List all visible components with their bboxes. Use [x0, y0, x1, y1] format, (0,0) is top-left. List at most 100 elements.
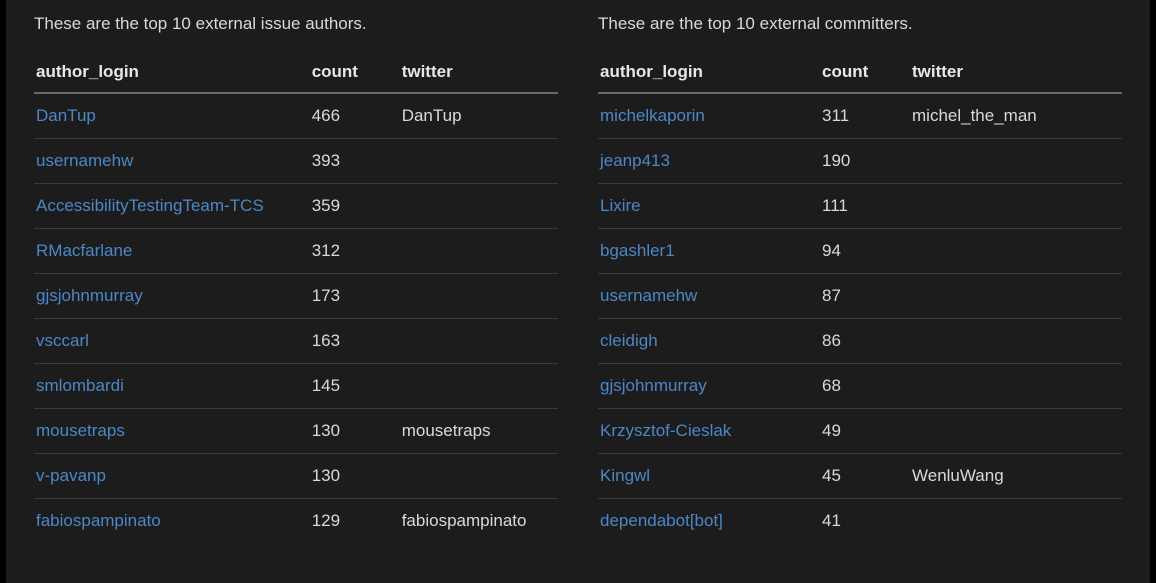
cell-login: gjsjohnmurray	[598, 364, 820, 409]
author-link[interactable]: vsccarl	[36, 331, 89, 350]
table-row: smlombardi 145	[34, 364, 558, 409]
author-link[interactable]: cleidigh	[600, 331, 658, 350]
cell-twitter	[910, 319, 1122, 364]
cell-twitter	[910, 499, 1122, 544]
table-row: Krzysztof-Cieslak 49	[598, 409, 1122, 454]
cell-twitter	[910, 184, 1122, 229]
author-link[interactable]: DanTup	[36, 106, 96, 125]
cell-login: DanTup	[34, 93, 310, 139]
author-link[interactable]: smlombardi	[36, 376, 124, 395]
cell-login: Kingwl	[598, 454, 820, 499]
cell-count: 129	[310, 499, 400, 544]
col-header-count: count	[310, 52, 400, 93]
table-row: DanTup466DanTup	[34, 93, 558, 139]
cell-count: 130	[310, 409, 400, 454]
cell-login: michelkaporin	[598, 93, 820, 139]
cell-login: vsccarl	[34, 319, 310, 364]
cell-count: 49	[820, 409, 910, 454]
author-link[interactable]: fabiospampinato	[36, 511, 161, 530]
cell-count: 173	[310, 274, 400, 319]
cell-count: 68	[820, 364, 910, 409]
cell-count: 41	[820, 499, 910, 544]
cell-twitter: WenluWang	[910, 454, 1122, 499]
col-header-login: author_login	[598, 52, 820, 93]
author-link[interactable]: Krzysztof-Cieslak	[600, 421, 731, 440]
table-row: bgashler1 94	[598, 229, 1122, 274]
author-link[interactable]: gjsjohnmurray	[36, 286, 143, 305]
table-row: jeanp413 190	[598, 139, 1122, 184]
cell-twitter	[400, 184, 558, 229]
col-header-count: count	[820, 52, 910, 93]
author-link[interactable]: Kingwl	[600, 466, 650, 485]
cell-count: 94	[820, 229, 910, 274]
cell-count: 163	[310, 319, 400, 364]
cell-login: smlombardi	[34, 364, 310, 409]
cell-login: usernamehw	[34, 139, 310, 184]
cell-count: 145	[310, 364, 400, 409]
cell-twitter	[910, 229, 1122, 274]
author-link[interactable]: usernamehw	[36, 151, 133, 170]
cell-twitter: mousetraps	[400, 409, 558, 454]
author-link[interactable]: gjsjohnmurray	[600, 376, 707, 395]
cell-twitter	[400, 454, 558, 499]
table-row: fabiospampinato129fabiospampinato	[34, 499, 558, 544]
cell-twitter	[910, 364, 1122, 409]
author-link[interactable]: usernamehw	[600, 286, 697, 305]
cell-login: jeanp413	[598, 139, 820, 184]
table-row: v-pavanp 130	[34, 454, 558, 499]
cell-twitter	[400, 364, 558, 409]
table-row: usernamehw 87	[598, 274, 1122, 319]
cell-twitter: fabiospampinato	[400, 499, 558, 544]
author-link[interactable]: Lixire	[600, 196, 641, 215]
committers-caption: These are the top 10 external committers…	[598, 14, 1122, 34]
committers-table: author_login count twitter michelkaporin…	[598, 52, 1122, 543]
table-row: AccessibilityTestingTeam-TCS 359	[34, 184, 558, 229]
cell-twitter	[910, 139, 1122, 184]
cell-count: 466	[310, 93, 400, 139]
table-row: cleidigh86	[598, 319, 1122, 364]
col-header-twitter: twitter	[400, 52, 558, 93]
cell-login: AccessibilityTestingTeam-TCS	[34, 184, 310, 229]
cell-twitter	[910, 274, 1122, 319]
author-link[interactable]: dependabot[bot]	[600, 511, 723, 530]
cell-count: 130	[310, 454, 400, 499]
cell-twitter: DanTup	[400, 93, 558, 139]
cell-login: gjsjohnmurray	[34, 274, 310, 319]
table-row: Lixire 111	[598, 184, 1122, 229]
table-row: michelkaporin311michel_the_man	[598, 93, 1122, 139]
author-link[interactable]: mousetraps	[36, 421, 125, 440]
table-row: gjsjohnmurray 68	[598, 364, 1122, 409]
cell-twitter	[400, 139, 558, 184]
cell-login: cleidigh	[598, 319, 820, 364]
author-link[interactable]: michelkaporin	[600, 106, 705, 125]
cell-count: 359	[310, 184, 400, 229]
cell-login: usernamehw	[598, 274, 820, 319]
issue-authors-table: author_login count twitter DanTup466DanT…	[34, 52, 558, 543]
table-row: mousetraps130mousetraps	[34, 409, 558, 454]
table-row: usernamehw 393	[34, 139, 558, 184]
author-link[interactable]: bgashler1	[600, 241, 675, 260]
table-row: RMacfarlane312	[34, 229, 558, 274]
cell-count: 190	[820, 139, 910, 184]
table-row: Kingwl45WenluWang	[598, 454, 1122, 499]
cell-count: 393	[310, 139, 400, 184]
author-link[interactable]: v-pavanp	[36, 466, 106, 485]
author-link[interactable]: AccessibilityTestingTeam-TCS	[36, 196, 264, 215]
cell-twitter	[400, 229, 558, 274]
cell-login: Lixire	[598, 184, 820, 229]
committers-panel: These are the top 10 external committers…	[598, 14, 1122, 583]
cell-login: v-pavanp	[34, 454, 310, 499]
author-link[interactable]: jeanp413	[600, 151, 670, 170]
cell-login: RMacfarlane	[34, 229, 310, 274]
table-row: vsccarl 163	[34, 319, 558, 364]
author-link[interactable]: RMacfarlane	[36, 241, 132, 260]
cell-count: 111	[820, 184, 910, 229]
cell-count: 87	[820, 274, 910, 319]
col-header-login: author_login	[34, 52, 310, 93]
cell-login: dependabot[bot]	[598, 499, 820, 544]
cell-twitter	[910, 409, 1122, 454]
issue-authors-caption: These are the top 10 external issue auth…	[34, 14, 558, 34]
table-row: gjsjohnmurray 173	[34, 274, 558, 319]
issue-authors-panel: These are the top 10 external issue auth…	[34, 14, 558, 583]
table-row: dependabot[bot] 41	[598, 499, 1122, 544]
